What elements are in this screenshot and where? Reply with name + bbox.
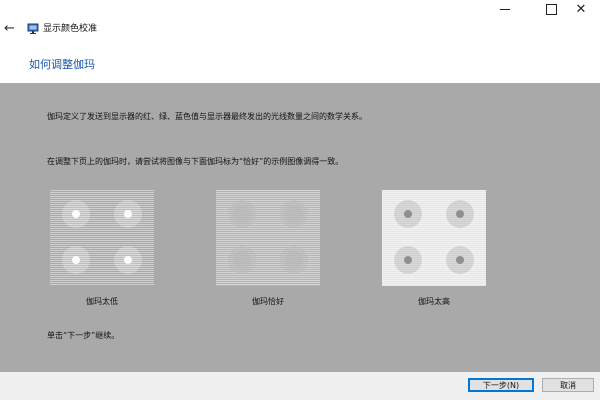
monitor-icon: [27, 23, 39, 34]
window-title: 显示颜色校准: [43, 24, 98, 34]
minimize-icon: [500, 8, 510, 10]
gamma-instruction: 在调整下页上的伽玛时，请尝试将图像与下面伽玛标为“恰好”的示例图像调得一致。: [47, 157, 344, 166]
page-heading: 如何调整伽玛: [29, 58, 95, 71]
gamma-just-right-caption: 伽玛恰好: [252, 297, 284, 306]
gamma-too-low-image: [50, 190, 154, 286]
next-button[interactable]: 下一步(N): [468, 378, 534, 392]
minimize-button[interactable]: [482, 0, 528, 18]
gamma-just-right-image: [216, 190, 320, 286]
close-icon: ✕: [575, 1, 587, 17]
gamma-too-low-caption: 伽玛太低: [86, 297, 118, 306]
title-bar: ✕ ← 显示颜色校准 如何调整伽玛: [0, 0, 600, 71]
close-button[interactable]: ✕: [562, 0, 600, 18]
continue-instruction: 单击“下一步”继续。: [47, 331, 120, 340]
gamma-description: 伽玛定义了发送到显示器的红、绿、蓝色值与显示器最终发出的光线数量之间的数学关系。: [47, 112, 367, 121]
back-arrow-icon[interactable]: ←: [4, 22, 18, 36]
content-panel: 伽玛定义了发送到显示器的红、绿、蓝色值与显示器最终发出的光线数量之间的数学关系。…: [0, 83, 600, 372]
gamma-too-high-caption: 伽玛太高: [418, 297, 450, 306]
cancel-button[interactable]: 取消: [542, 378, 594, 392]
gamma-too-high-image: [382, 190, 486, 286]
footer-bar: 下一步(N) 取消: [0, 372, 600, 400]
maximize-icon: [545, 3, 557, 15]
